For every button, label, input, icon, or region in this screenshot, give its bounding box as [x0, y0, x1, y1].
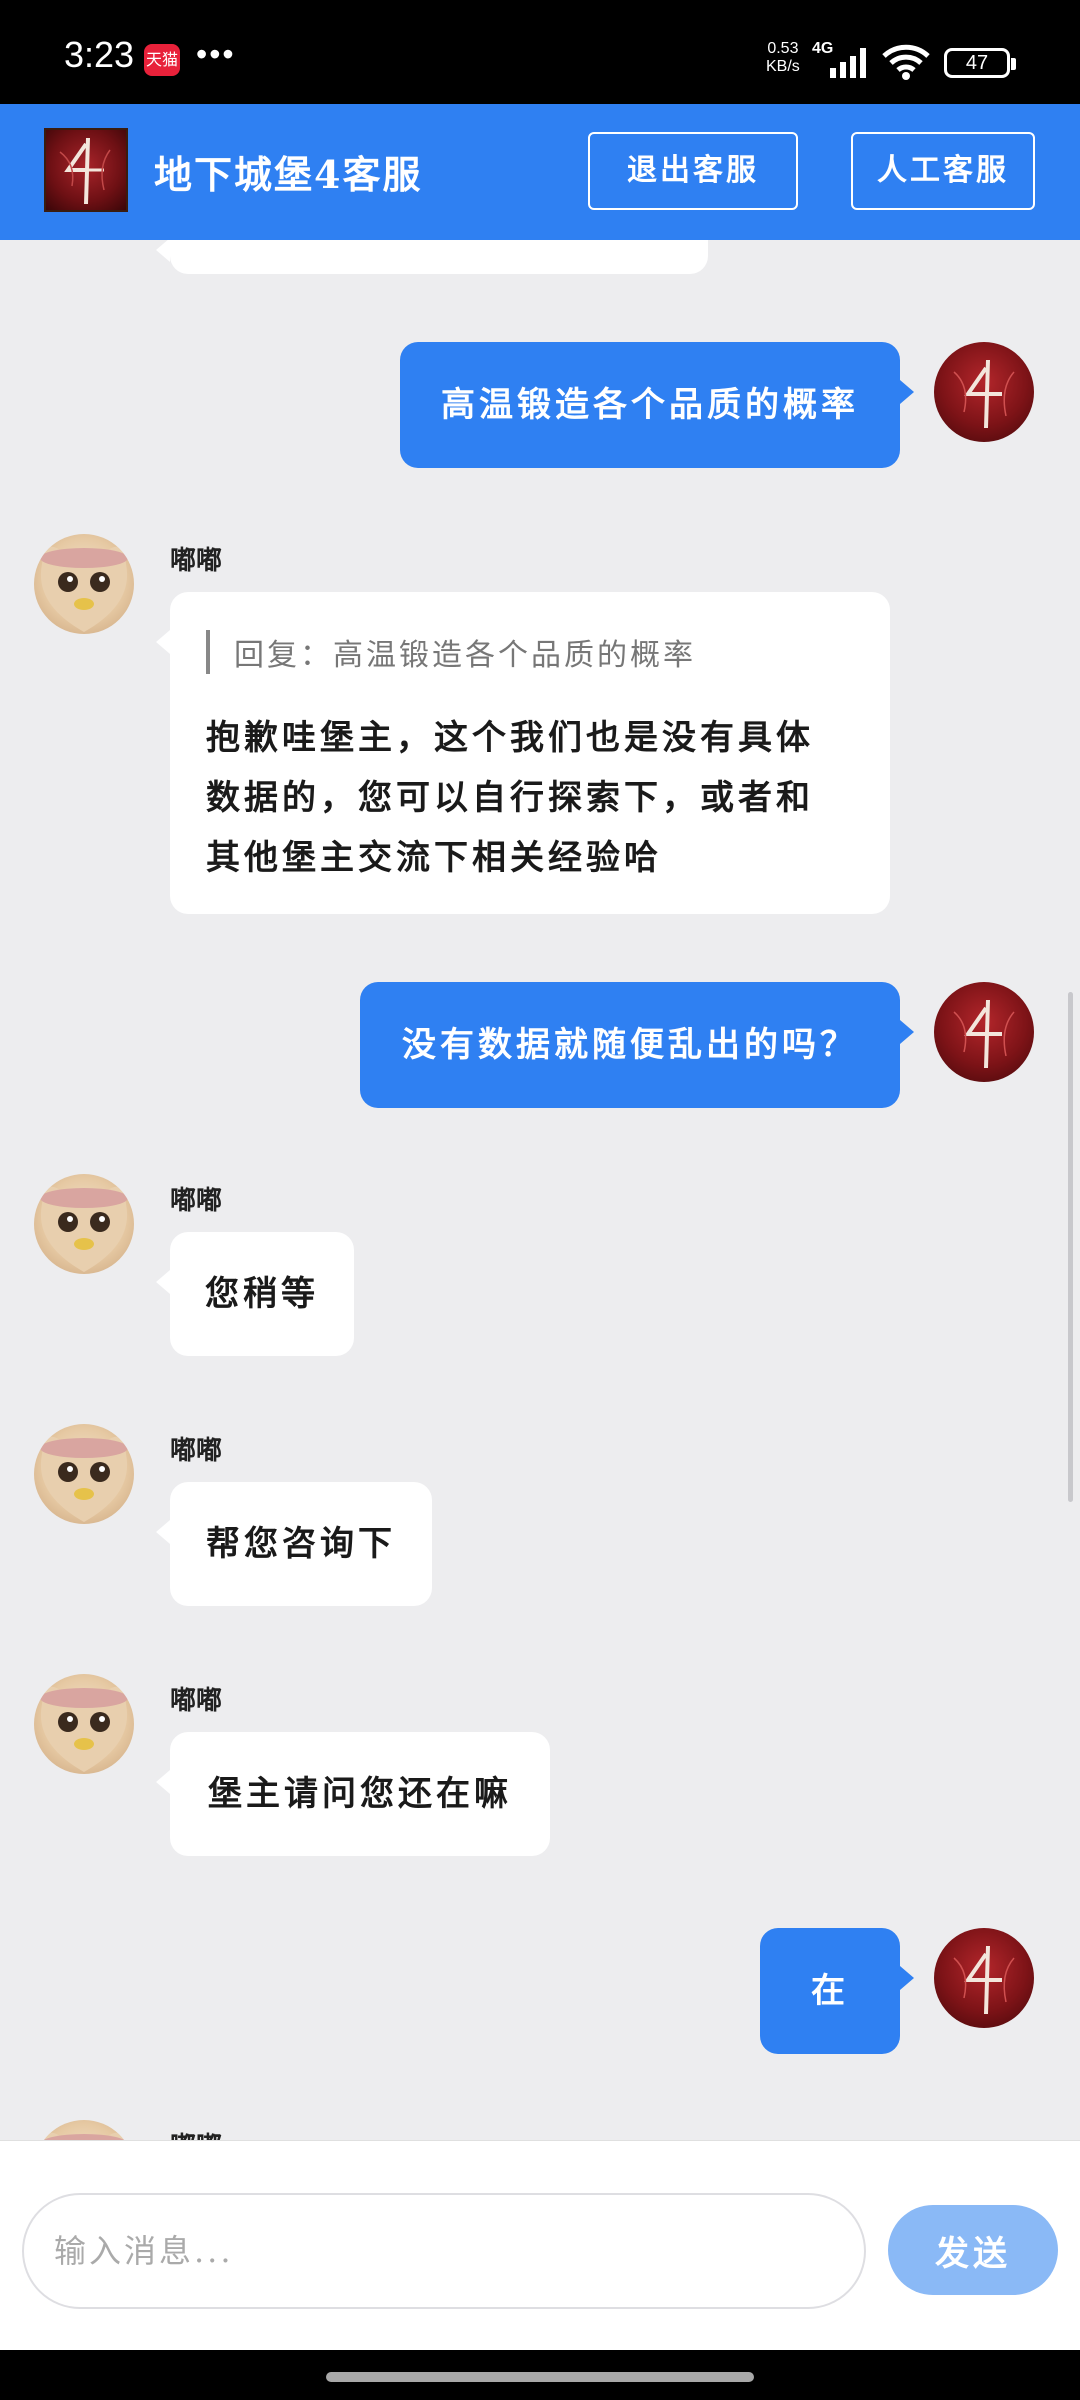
send-button[interactable]: 发送	[888, 2205, 1058, 2295]
incoming-message: 您稍等	[156, 1232, 354, 1356]
game-logo-mark	[59, 137, 111, 205]
message-text: 高温锻造各个品质的概率	[441, 385, 859, 425]
user-avatar-image	[953, 1945, 1015, 2015]
user-avatar[interactable]	[934, 342, 1034, 442]
wifi-icon	[882, 44, 930, 80]
game-logo	[44, 128, 128, 212]
chat-header: 地下城堡4客服 退出客服 人工客服	[0, 104, 1080, 240]
outgoing-message: 在	[760, 1928, 914, 2054]
navigation-bar	[0, 2350, 1080, 2400]
human-agent-button[interactable]: 人工客服	[851, 132, 1035, 210]
network-speed-value: 0.53	[767, 40, 799, 57]
sender-name: 嘟嘟	[170, 1436, 223, 1466]
cat-avatar-image	[40, 1436, 128, 1522]
message-text: 您稍等	[205, 1274, 319, 1314]
status-bar: 3:23 天猫 ••• 0.53 KB/s 4G 47	[0, 0, 1080, 104]
network-speed: 0.53 KB/s	[766, 40, 800, 76]
agent-avatar[interactable]	[34, 1674, 134, 1774]
agent-avatar[interactable]	[34, 1424, 134, 1524]
message-text: 没有数据就随便乱出的吗？	[402, 1025, 858, 1065]
message-line: 其他堡主交流下相关经验哈	[206, 838, 662, 878]
home-gesture-handle[interactable]	[326, 2372, 754, 2382]
sender-name: 嘟嘟	[170, 1186, 223, 1216]
message-text: 堡主请问您还在嘛	[208, 1774, 512, 1814]
cat-avatar-image	[40, 1186, 128, 1272]
incoming-message: 堡主请问您还在嘛	[156, 1732, 550, 1856]
chat-scrollbar[interactable]	[1068, 992, 1073, 1502]
previous-message-bubble	[156, 240, 708, 274]
user-avatar[interactable]	[934, 1928, 1034, 2028]
agent-avatar[interactable]	[34, 2120, 134, 2140]
reply-quote: 回复：高温锻造各个品质的概率	[206, 630, 854, 674]
sender-name: 嘟嘟	[170, 1686, 223, 1716]
agent-avatar[interactable]	[34, 1174, 134, 1274]
cat-avatar-image	[40, 546, 128, 632]
message-text: 在	[811, 1971, 849, 2011]
tmall-notification-icon: 天猫	[144, 44, 180, 76]
message-text: 帮您咨询下	[206, 1524, 396, 1564]
message-line: 抱歉哇堡主，这个我们也是没有具体	[206, 718, 814, 758]
page-title: 地下城堡4客服	[154, 152, 423, 197]
incoming-message: 帮您咨询下	[156, 1482, 432, 1606]
user-avatar-image	[953, 359, 1015, 429]
message-input[interactable]	[22, 2193, 866, 2309]
cat-avatar-image	[40, 1686, 128, 1772]
sender-name: 嘟嘟	[170, 546, 223, 576]
user-avatar[interactable]	[934, 982, 1034, 1082]
cat-avatar-image	[43, 2132, 125, 2140]
message-line: 数据的，您可以自行探索下，或者和	[206, 778, 814, 818]
incoming-message: 回复：高温锻造各个品质的概率 抱歉哇堡主，这个我们也是没有具体 数据的，您可以自…	[156, 592, 890, 914]
network-speed-unit: KB/s	[766, 58, 800, 75]
message-input-bar: 发送	[0, 2140, 1080, 2350]
sender-name: 嘟嘟	[170, 2126, 222, 2140]
chat-area[interactable]: 高温锻造各个品质的概率 嘟嘟 回复：高温锻造各个品质的概率 抱歉哇堡主，这个我们…	[0, 240, 1080, 2140]
status-time: 3:23	[64, 34, 135, 75]
outgoing-message: 没有数据就随便乱出的吗？	[360, 982, 914, 1108]
outgoing-message: 高温锻造各个品质的概率	[400, 342, 914, 468]
more-notifications-icon: •••	[196, 36, 236, 72]
battery-icon: 47	[944, 48, 1016, 78]
user-avatar-image	[953, 999, 1015, 1069]
signal-icon	[830, 48, 866, 78]
exit-service-button[interactable]: 退出客服	[588, 132, 798, 210]
agent-avatar[interactable]	[34, 534, 134, 634]
